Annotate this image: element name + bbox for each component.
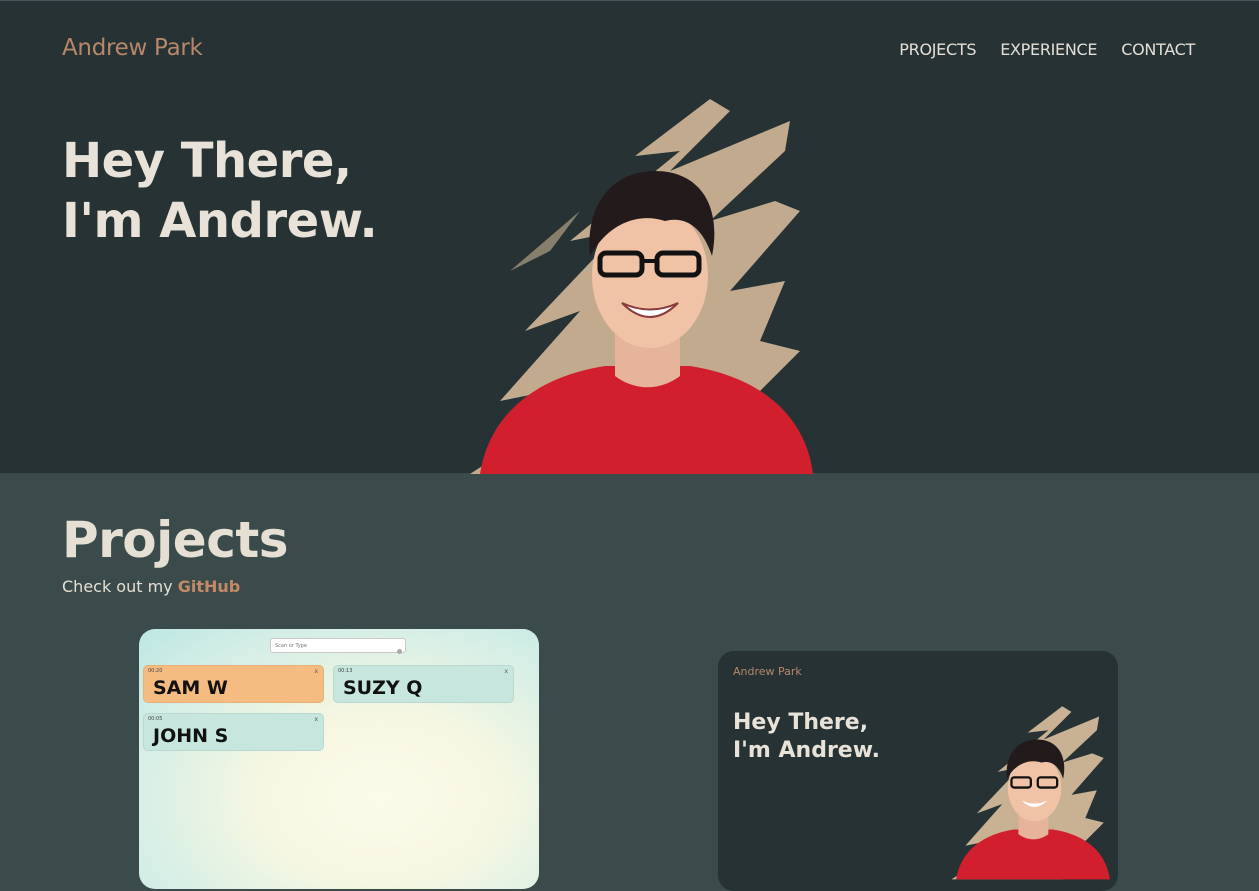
github-link[interactable]: GitHub: [178, 577, 241, 596]
queue-tile[interactable]: 00:05 x JOHN S: [143, 713, 324, 751]
project-card-scanner[interactable]: 00:20 x SAM W 00:13 x SUZY Q 00:05 x JOH…: [139, 629, 539, 889]
project-card-portfolio[interactable]: Andrew Park Hey There, I'm Andrew.: [718, 651, 1118, 891]
mini-title-line2: I'm Andrew.: [733, 738, 880, 763]
close-icon[interactable]: x: [314, 668, 318, 675]
projects-subtitle: Check out my GitHub: [62, 577, 240, 596]
hero-title: Hey There, I'm Andrew.: [62, 131, 378, 251]
mini-brand: Andrew Park: [733, 665, 802, 678]
nav-experience[interactable]: EXPERIENCE: [1000, 40, 1097, 59]
close-icon[interactable]: x: [504, 668, 508, 675]
scan-indicator-icon: [397, 649, 402, 654]
tile-time: 00:13: [338, 668, 353, 674]
mini-portrait-image: [951, 706, 1110, 880]
projects-section: Projects Check out my GitHub 00:20 x SAM…: [0, 473, 1259, 891]
tile-name: SAM W: [153, 677, 228, 699]
queue-tile[interactable]: 00:20 x SAM W: [143, 665, 324, 703]
hero-title-line1: Hey There,: [62, 133, 352, 189]
tile-time: 00:05: [148, 716, 163, 722]
tile-name: JOHN S: [153, 725, 229, 747]
projects-subtitle-text: Check out my: [62, 577, 178, 596]
nav-projects[interactable]: PROJECTS: [899, 40, 976, 59]
queue-tile[interactable]: 00:13 x SUZY Q: [333, 665, 514, 703]
hero-title-line2: I'm Andrew.: [62, 193, 378, 249]
mini-title-line1: Hey There,: [733, 710, 869, 735]
mini-hero-title: Hey There, I'm Andrew.: [733, 709, 880, 765]
tile-time: 00:20: [148, 668, 163, 674]
tile-name: SUZY Q: [343, 677, 423, 699]
main-nav: PROJECTS EXPERIENCE CONTACT: [899, 40, 1195, 59]
scan-input[interactable]: [270, 638, 406, 653]
projects-heading: Projects: [62, 511, 289, 569]
hero-section: Andrew Park PROJECTS EXPERIENCE CONTACT …: [0, 0, 1259, 474]
hero-portrait-image: [450, 99, 813, 474]
close-icon[interactable]: x: [314, 716, 318, 723]
brand-logo[interactable]: Andrew Park: [62, 35, 203, 61]
nav-contact[interactable]: CONTACT: [1121, 40, 1195, 59]
